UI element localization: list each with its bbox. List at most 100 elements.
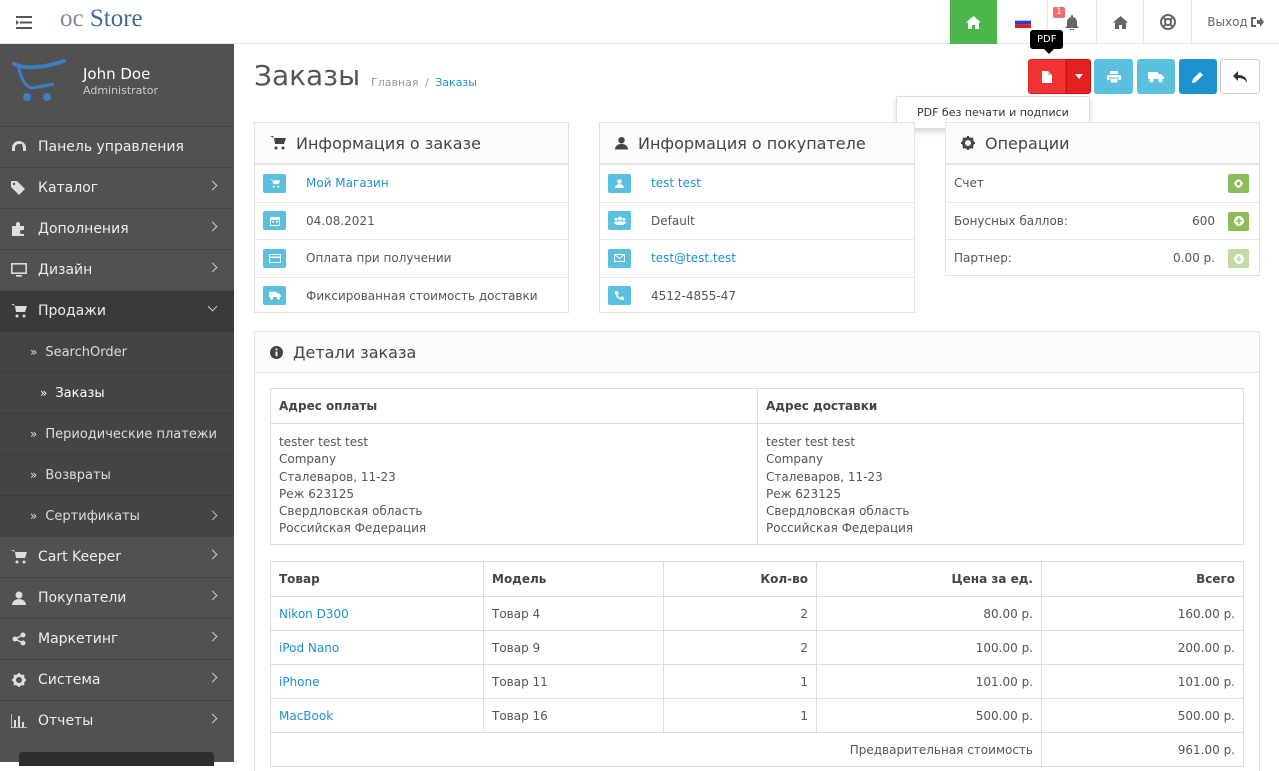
- logo[interactable]: oc Store: [60, 5, 143, 33]
- double-chevron-icon: »: [30, 509, 38, 523]
- nav-dashboard[interactable]: Панель управления: [0, 126, 234, 167]
- nav-cart-keeper[interactable]: Cart Keeper: [0, 536, 234, 577]
- chevron-right-icon: [207, 221, 218, 232]
- phone-icon: [608, 286, 631, 306]
- logout-button[interactable]: Выход: [1191, 0, 1279, 44]
- nav-extensions[interactable]: Дополнения: [0, 208, 234, 249]
- share-icon: [0, 632, 38, 646]
- nav-sales[interactable]: Продажи: [0, 290, 234, 331]
- page-title: Заказы: [254, 59, 361, 92]
- pdf-dropdown-toggle[interactable]: [1066, 59, 1091, 94]
- product-price: 80.00 р.: [816, 596, 1042, 631]
- address-line: Company: [766, 452, 824, 467]
- customer-link[interactable]: test test: [651, 176, 701, 190]
- logout-label: Выход: [1207, 15, 1248, 29]
- shipping-address: tester test test Company Сталеваров, 11-…: [757, 423, 1244, 545]
- top-header: oc Store 1 Выход: [0, 0, 1279, 44]
- subnav-searchorder[interactable]: » SearchOrder: [0, 331, 234, 372]
- subnav-recurring[interactable]: » Периодические платежи: [0, 413, 234, 454]
- product-total: 500.00 р.: [1041, 698, 1244, 733]
- address-line: Реж 623125: [279, 486, 355, 501]
- profile-name: John Doe: [83, 65, 151, 83]
- edit-button[interactable]: [1179, 59, 1217, 94]
- nav-catalog[interactable]: Каталог: [0, 167, 234, 208]
- print-invoice-button[interactable]: [1094, 59, 1133, 94]
- life-ring-icon: [1159, 14, 1176, 30]
- home-icon: [966, 15, 981, 29]
- back-button[interactable]: [1220, 59, 1260, 94]
- order-details-panel: Детали заказа Адрес оплаты Адрес доставк…: [254, 331, 1260, 771]
- billing-address-header: Адрес оплаты: [270, 388, 758, 424]
- address-line: Реж 623125: [766, 486, 842, 501]
- pencil-icon: [1192, 71, 1203, 83]
- column-header-qty: Кол-во: [663, 561, 817, 597]
- sidebar-stats-box: [19, 752, 214, 766]
- print-shipping-button[interactable]: [1137, 59, 1175, 94]
- subnav-returns[interactable]: » Возвраты: [0, 454, 234, 495]
- product-qty: 1: [663, 664, 817, 699]
- address-line: Российская Федерация: [279, 521, 427, 536]
- operations-panel: Операции Счет Бонусных баллов: 600 Партн…: [945, 122, 1260, 276]
- product-total: 101.00 р.: [1041, 664, 1244, 699]
- nav-label: Покупатели: [38, 590, 127, 606]
- home-button[interactable]: [950, 0, 997, 44]
- pdf-tooltip: PDF: [1030, 30, 1064, 54]
- order-shipping-row: Фиксированная стоимость доставки: [255, 276, 568, 315]
- add-bonus-button[interactable]: [1228, 211, 1249, 231]
- gear-icon: [0, 673, 38, 687]
- nav-marketing[interactable]: Маркетинг: [0, 618, 234, 659]
- subnav-label: Периодические платежи: [45, 426, 217, 442]
- product-model: Товар 9: [483, 630, 664, 665]
- product-link[interactable]: MacBook: [279, 709, 333, 723]
- plus-circle-icon: [1233, 216, 1244, 226]
- tags-icon: [0, 181, 38, 195]
- chevron-right-icon: [207, 713, 218, 724]
- address-line: Свердловская область: [279, 504, 423, 519]
- product-price: 500.00 р.: [816, 698, 1042, 733]
- panel-heading: Операции: [946, 123, 1259, 164]
- generate-invoice-button[interactable]: [1228, 174, 1249, 193]
- chevron-right-icon: [207, 672, 218, 683]
- monitor-icon: [0, 263, 38, 277]
- info-circle-icon: [270, 345, 283, 359]
- panel-title: Информация о покупателе: [638, 133, 866, 153]
- product-qty: 2: [663, 596, 817, 631]
- nav-label: Дизайн: [38, 262, 93, 278]
- double-chevron-icon: »: [30, 468, 38, 482]
- store-link[interactable]: Мой Магазин: [306, 176, 389, 190]
- breadcrumb-home[interactable]: Главная: [371, 76, 419, 89]
- subnav-label: Сертификаты: [45, 508, 140, 524]
- pdf-button[interactable]: [1028, 59, 1066, 94]
- cart-icon: [0, 304, 38, 318]
- subnav-orders[interactable]: » Заказы: [0, 372, 234, 413]
- envelope-icon: [608, 248, 631, 268]
- chevron-right-icon: [207, 590, 218, 601]
- subtotal-value: 961.00 р.: [1041, 732, 1244, 767]
- double-chevron-icon: »: [30, 345, 38, 359]
- chevron-right-icon: [207, 262, 218, 273]
- help-button[interactable]: [1143, 0, 1191, 44]
- nav-design[interactable]: Дизайн: [0, 249, 234, 290]
- nav-reports[interactable]: Отчеты: [0, 700, 234, 741]
- nav-customers[interactable]: Покупатели: [0, 577, 234, 618]
- customer-email[interactable]: test@test.test: [651, 251, 736, 265]
- cart-icon: [0, 550, 38, 564]
- nav-label: Cart Keeper: [38, 549, 122, 565]
- product-link[interactable]: iPhone: [279, 675, 320, 689]
- store-front-button[interactable]: [1096, 0, 1143, 44]
- product-link[interactable]: Nikon D300: [279, 607, 349, 621]
- subnav-vouchers[interactable]: » Сертификаты: [0, 495, 234, 536]
- products-header-row: Товар Модель Кол-во Цена за ед. Всего: [270, 561, 1244, 597]
- breadcrumb-current[interactable]: Заказы: [435, 76, 477, 89]
- column-header-model: Модель: [483, 561, 664, 597]
- menu-toggle-icon[interactable]: [0, 0, 48, 44]
- nav-system[interactable]: Система: [0, 659, 234, 700]
- cart-icon[interactable]: [263, 173, 286, 193]
- invoice-label: Счет: [954, 176, 984, 191]
- nav-label: Продажи: [38, 303, 106, 319]
- order-payment-row: Оплата при получении: [255, 239, 568, 277]
- product-total: 200.00 р.: [1041, 630, 1244, 665]
- user-profile[interactable]: John Doe Administrator: [0, 44, 234, 126]
- add-commission-button[interactable]: [1228, 249, 1249, 268]
- product-link[interactable]: iPod Nano: [279, 641, 339, 655]
